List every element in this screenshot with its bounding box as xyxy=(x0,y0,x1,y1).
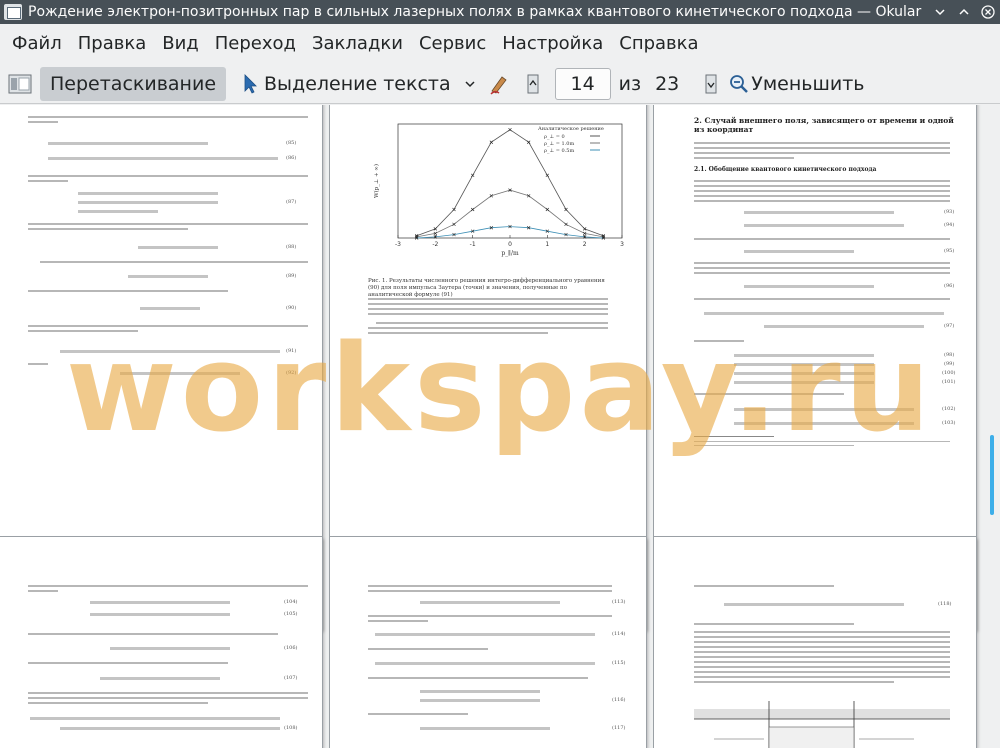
legend-item-1: ρ_⊥ = 1.0m xyxy=(544,141,574,147)
menu-file[interactable]: Файл xyxy=(4,24,70,64)
menu-bookmarks[interactable]: Закладки xyxy=(304,24,411,64)
document-page-18: (118) xyxy=(654,537,976,748)
data-point xyxy=(489,140,494,144)
drag-mode-button[interactable]: Перетаскивание xyxy=(40,66,227,101)
document-viewport[interactable]: (85) (86) (87) (88) (89) (90) (91) (92) … xyxy=(0,105,1000,748)
x-tick-label: 1 xyxy=(545,241,549,248)
cursor-arrow-icon xyxy=(244,73,257,94)
data-point xyxy=(470,173,475,178)
zoom-out-button[interactable]: Уменьшить xyxy=(725,67,874,101)
data-point xyxy=(564,207,568,212)
window-title: Рождение электрон-позитронных пар в силь… xyxy=(28,4,922,20)
previous-page-icon[interactable] xyxy=(519,70,547,98)
menu-settings[interactable]: Настройка xyxy=(494,24,611,64)
x-axis-label: p_∥/m xyxy=(501,250,519,257)
x-tick-label: 3 xyxy=(620,241,624,248)
close-icon[interactable] xyxy=(976,0,1000,24)
chart-frame xyxy=(397,123,623,239)
data-point xyxy=(508,127,512,132)
annotate-pen-icon[interactable] xyxy=(485,70,513,98)
total-pages-label: 23 xyxy=(655,72,680,95)
menu-go[interactable]: Переход xyxy=(207,24,304,64)
vertical-scrollbar[interactable] xyxy=(986,105,1000,748)
series-line-0 xyxy=(416,129,604,237)
potential-diagram xyxy=(694,701,950,748)
subsection-title: 2.1. Обобщение квантового кинетического … xyxy=(694,166,877,173)
title-bar: Рождение электрон-позитронных пар в силь… xyxy=(0,0,1000,24)
sidebar-toggle-icon[interactable] xyxy=(6,70,34,98)
chevron-down-icon[interactable] xyxy=(461,70,479,98)
drag-mode-label: Перетаскивание xyxy=(50,72,217,95)
legend-item-2: ρ_⊥ = 0.5m xyxy=(544,148,574,154)
page-number-input[interactable]: 14 xyxy=(554,67,611,100)
menu-bar: Файл Правка Вид Переход Закладки Сервис … xyxy=(0,24,1000,64)
next-page-icon[interactable] xyxy=(697,70,725,98)
minimize-icon[interactable] xyxy=(928,0,952,24)
data-point xyxy=(564,222,568,227)
series-line-1 xyxy=(416,189,604,238)
page-of-label: из xyxy=(618,72,642,95)
data-point xyxy=(545,207,550,212)
document-page-16: (104) (105) (106) (107) (108) xyxy=(0,537,322,748)
data-point xyxy=(526,140,531,144)
x-tick-label: -3 xyxy=(395,241,401,248)
menu-tools[interactable]: Сервис xyxy=(411,24,494,64)
scrollbar-thumb[interactable] xyxy=(990,435,994,515)
zoom-out-label: Уменьшить xyxy=(751,72,865,95)
data-point xyxy=(452,222,456,227)
text-select-label: Выделение текста xyxy=(264,72,451,95)
maximize-icon[interactable] xyxy=(952,0,976,24)
figure-chart: -3 -2 -1 0 1 2 3 p_∥/m W(p_⊥ + ∞) Аналитическое р… xyxy=(373,123,624,257)
data-point xyxy=(452,207,456,212)
y-axis-label: W(p_⊥ + ∞) xyxy=(373,164,380,198)
document-page-17: (113) (114) (115) (116) (117) xyxy=(330,537,646,748)
legend-title: Аналитическое решение xyxy=(538,126,604,132)
x-tick-label: -2 xyxy=(432,241,438,248)
main-toolbar: Перетаскивание Выделение текста 14 из 23… xyxy=(0,64,1000,104)
section-title: 2. Случай внешнего поля, зависящего от в… xyxy=(694,116,954,134)
x-tick-label: 2 xyxy=(583,241,587,248)
figure-caption: Рис. 1. Результаты численного решения ин… xyxy=(368,278,605,298)
data-point xyxy=(470,207,475,212)
x-tick-label: 0 xyxy=(508,241,512,248)
x-tick-label: -1 xyxy=(470,241,476,248)
data-point xyxy=(545,173,550,178)
okular-app-icon xyxy=(4,4,22,20)
zoom-out-icon xyxy=(730,74,749,93)
menu-view[interactable]: Вид xyxy=(154,24,207,64)
menu-edit[interactable]: Правка xyxy=(70,24,155,64)
text-select-button[interactable]: Выделение текста xyxy=(232,67,461,101)
legend-item-0: ρ_⊥ = 0 xyxy=(544,134,565,140)
menu-help[interactable]: Справка xyxy=(611,24,706,64)
